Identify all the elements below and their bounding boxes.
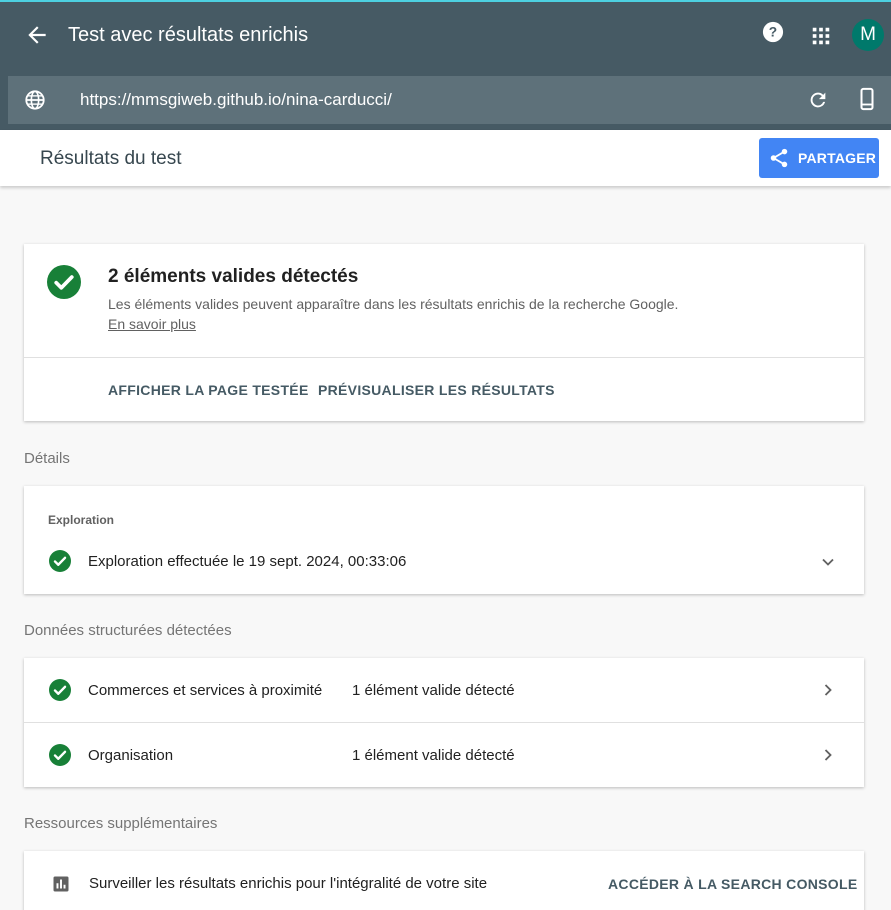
view-tested-page-button[interactable]: AFFICHER LA PAGE TESTÉE: [108, 382, 309, 398]
crawl-card[interactable]: Exploration Exploration effectuée le 19 …: [24, 486, 864, 594]
summary-card: 2 éléments valides détectés Les éléments…: [24, 244, 864, 421]
structured-data-section-label: Données structurées détectées: [24, 622, 232, 639]
results-subheader: Résultats du test PARTAGER: [0, 130, 891, 186]
structured-data-card: Commerces et services à proximité 1 élém…: [24, 658, 864, 787]
summary-title: 2 éléments valides détectés: [108, 266, 359, 287]
bar-chart-icon: [53, 876, 69, 892]
share-icon: [770, 148, 788, 168]
mobile-device-icon[interactable]: [856, 87, 878, 111]
details-section-label: Détails: [24, 450, 70, 467]
app-header: Test avec résultats enrichis ? M https:/…: [0, 0, 891, 130]
resources-text: Surveiller les résultats enrichis pour l…: [89, 875, 488, 892]
chevron-right-icon[interactable]: [818, 680, 838, 700]
learn-more-link[interactable]: En savoir plus: [108, 316, 196, 332]
share-button-label: PARTAGER: [798, 150, 877, 166]
divider: [24, 357, 864, 358]
tested-url: https://mmsgiweb.github.io/nina-carducci…: [80, 90, 392, 109]
chevron-right-icon[interactable]: [818, 745, 838, 765]
check-circle-icon: [49, 744, 71, 766]
crawl-status-text: Exploration effectuée le 19 sept. 2024, …: [88, 553, 407, 570]
preview-results-button[interactable]: PRÉVISUALISER LES RÉSULTATS: [318, 382, 555, 398]
structured-item-name: Organisation: [88, 747, 174, 764]
search-console-link[interactable]: ACCÉDER À LA SEARCH CONSOLE: [608, 876, 857, 892]
apps-grid-icon[interactable]: [810, 25, 832, 47]
structured-item-status: 1 élément valide détecté: [352, 747, 515, 764]
page-title: Résultats du test: [40, 148, 182, 169]
chevron-down-icon[interactable]: [818, 552, 838, 572]
reload-icon[interactable]: [807, 89, 829, 111]
app-title: Test avec résultats enrichis: [68, 24, 309, 46]
crawl-label: Exploration: [48, 513, 115, 527]
svg-text:?: ?: [769, 25, 777, 40]
back-arrow-icon[interactable]: [24, 22, 50, 48]
check-circle-icon: [47, 265, 81, 299]
share-button[interactable]: PARTAGER: [759, 138, 879, 178]
avatar[interactable]: M: [852, 19, 884, 51]
summary-description-text: Les éléments valides peuvent apparaître …: [108, 296, 679, 312]
check-circle-icon: [49, 550, 71, 572]
globe-icon: [25, 90, 45, 110]
structured-item-status: 1 élément valide détecté: [352, 682, 515, 699]
divider: [24, 722, 864, 723]
structured-item-name: Commerces et services à proximité: [88, 682, 323, 699]
resources-card: Surveiller les résultats enrichis pour l…: [24, 851, 864, 910]
resources-section-label: Ressources supplémentaires: [24, 815, 218, 832]
url-bar: https://mmsgiweb.github.io/nina-carducci…: [8, 76, 891, 124]
check-circle-icon: [49, 679, 71, 701]
summary-description: Les éléments valides peuvent apparaître …: [108, 294, 688, 334]
help-icon[interactable]: ?: [762, 21, 784, 43]
